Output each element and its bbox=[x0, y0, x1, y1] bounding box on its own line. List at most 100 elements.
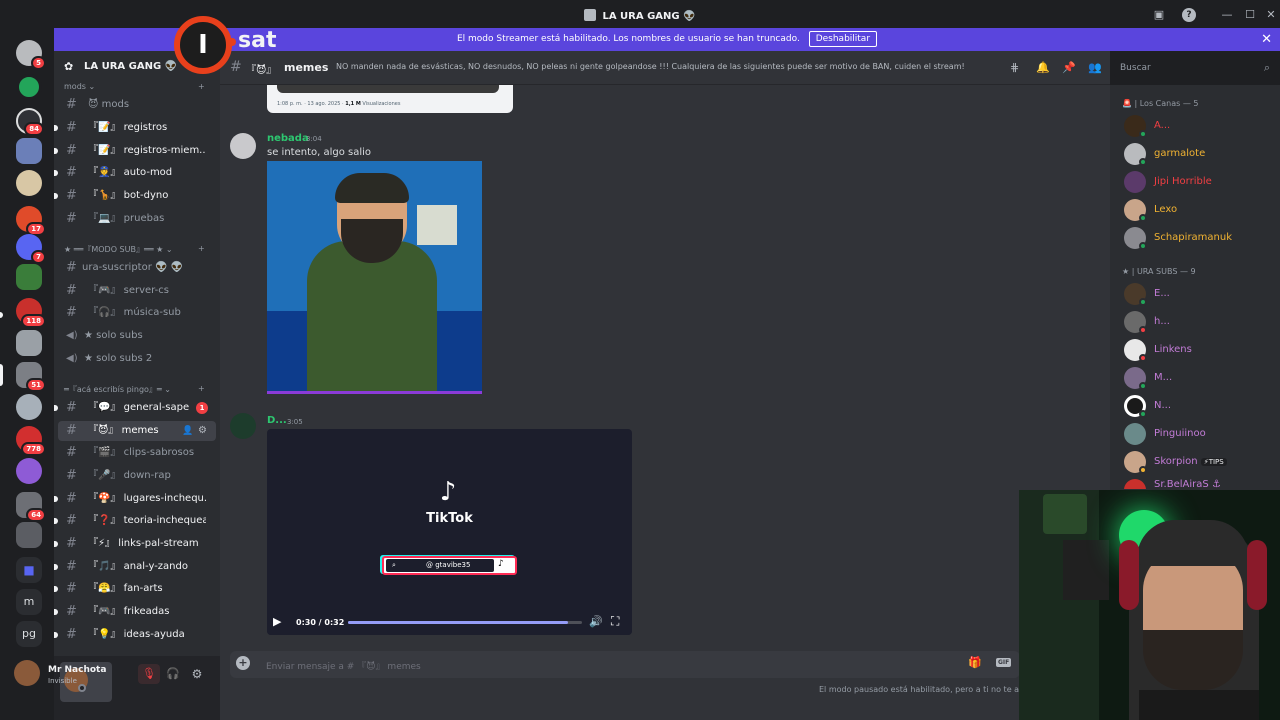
server-icon[interactable]: 5 bbox=[16, 40, 46, 70]
channel-auto-mod[interactable]: # 『👮』 auto-mod bbox=[54, 163, 216, 183]
server-icon[interactable] bbox=[16, 330, 42, 356]
settings-gear-icon[interactable]: ⚙ bbox=[188, 664, 206, 684]
message-author[interactable]: nebada bbox=[267, 133, 309, 144]
gear-icon[interactable]: ⚙ bbox=[198, 421, 207, 441]
maximize-icon[interactable]: ☐ bbox=[1243, 8, 1257, 22]
server-icon[interactable]: 778 bbox=[16, 426, 46, 456]
member-item[interactable]: E... bbox=[1124, 283, 1274, 307]
avatar[interactable] bbox=[14, 660, 40, 686]
member-tag: ⚡TIPS bbox=[1200, 458, 1227, 466]
category-modo-sub[interactable]: ★ ══『MODO SUB』══ ★ ⌄ + bbox=[64, 244, 205, 255]
channel-down-rap[interactable]: # 『🎤』 down-rap bbox=[58, 466, 216, 486]
channel-ura-suscriptor[interactable]: # ura-suscriptor 👽 👽 bbox=[58, 258, 216, 278]
meme-image[interactable] bbox=[267, 161, 482, 394]
banner-close-icon[interactable]: ✕ bbox=[1261, 28, 1272, 51]
hash-icon: # bbox=[66, 468, 77, 483]
pin-icon[interactable]: 📌 bbox=[1062, 61, 1076, 74]
add-channel-icon[interactable]: + bbox=[198, 82, 205, 91]
status-indicator bbox=[1139, 410, 1147, 418]
avatar[interactable] bbox=[230, 413, 256, 439]
channel-bot-dyno[interactable]: # 『🦒』 bot-dyno bbox=[54, 186, 216, 206]
category-mods[interactable]: mods ⌄ + bbox=[64, 82, 205, 91]
message-author[interactable]: D... bbox=[267, 415, 287, 426]
channel-registros-miembros[interactable]: # 『📝』 registros-miem... bbox=[54, 141, 216, 161]
mute-icon[interactable]: 🎙 bbox=[138, 664, 160, 684]
play-icon[interactable]: ▶ bbox=[273, 615, 281, 628]
message-input[interactable]: Enviar mensaje a # 『😈』 memes bbox=[266, 659, 421, 672]
member-item[interactable]: Linkens bbox=[1124, 339, 1274, 363]
channel-musica-sub[interactable]: # 『🎧』 música-sub bbox=[58, 303, 216, 323]
tweet-embed[interactable]: 1:08 p. m. · 13 ago. 2025 · 1,1 M Visual… bbox=[267, 85, 513, 113]
folder-icon[interactable]: ■ bbox=[16, 557, 42, 583]
member-item[interactable]: Sr.BelAiraS ⚓ bbox=[1124, 479, 1274, 489]
channel-teoria-inchequeable[interactable]: #『❓』 teoria-inchequea... bbox=[54, 511, 216, 531]
gift-icon[interactable]: 🎁 bbox=[968, 656, 982, 669]
voice-channel-solo-subs-2[interactable]: ◀) ★ solo subs 2 bbox=[58, 349, 216, 369]
server-icon[interactable] bbox=[16, 522, 42, 548]
avatar[interactable] bbox=[230, 133, 256, 159]
server-icon[interactable] bbox=[16, 138, 42, 164]
channel-server-cs[interactable]: # 『🎮』 server-cs bbox=[58, 281, 216, 301]
channel-ideas-ayuda[interactable]: # 『💡』 ideas-ayuda bbox=[54, 625, 216, 645]
minimize-icon[interactable]: — bbox=[1220, 8, 1234, 22]
member-item[interactable]: N... bbox=[1124, 395, 1274, 419]
channel-general-sape[interactable]: # 『💬』 general-sape 1 bbox=[54, 398, 216, 418]
headset-icon[interactable]: 🎧 bbox=[164, 664, 182, 684]
channel-links-pal-stream[interactable]: # 『⚡』 links-pal-stream bbox=[54, 534, 216, 554]
member-item[interactable]: Jipi Horrible bbox=[1124, 171, 1274, 195]
member-item[interactable]: h... bbox=[1124, 311, 1274, 335]
channel-clips-sabrosos[interactable]: # 『🎬』 clips-sabrosos bbox=[58, 443, 216, 463]
server-folder[interactable]: pg bbox=[16, 621, 42, 647]
member-item[interactable]: garmalote bbox=[1124, 143, 1274, 167]
server-icon[interactable]: 64 bbox=[16, 492, 46, 522]
volume-icon[interactable]: 🔊 bbox=[589, 615, 603, 628]
voice-channel-solo-subs[interactable]: ◀) ★ solo subs bbox=[58, 326, 216, 346]
member-item[interactable]: Lexo bbox=[1124, 199, 1274, 223]
channel-lugares-inchequeables[interactable]: # 『🍄』 lugares-inchequ... bbox=[54, 489, 216, 509]
server-icon[interactable]: 17 bbox=[16, 206, 46, 236]
bell-icon[interactable]: 🔔 bbox=[1036, 61, 1050, 74]
gif-icon[interactable]: GIF bbox=[996, 658, 1012, 667]
video-player[interactable]: ♪ TikTok ⌕ @ gtavibe35 ♪ ▶ 0:30 / 0:32 🔊… bbox=[267, 429, 632, 635]
add-channel-icon[interactable]: + bbox=[198, 244, 205, 253]
channel-memes[interactable]: # 『😈』 memes 👤 ⚙ bbox=[58, 421, 216, 441]
channel-mods[interactable]: # 😈 mods bbox=[58, 95, 216, 115]
channel-pruebas[interactable]: # 『💻』 pruebas bbox=[58, 209, 216, 229]
add-channel-icon[interactable]: + bbox=[198, 384, 205, 393]
member-item[interactable]: M... bbox=[1124, 367, 1274, 391]
server-icon[interactable]: 7 bbox=[16, 234, 46, 264]
member-item[interactable]: A... bbox=[1124, 115, 1274, 139]
watermark-logo: I sat bbox=[172, 14, 302, 76]
server-icon[interactable] bbox=[16, 458, 42, 484]
channel-registros[interactable]: # 『📝』 registros bbox=[54, 118, 216, 138]
server-icon[interactable] bbox=[16, 170, 42, 196]
inbox-icon[interactable]: ▣ bbox=[1152, 8, 1166, 22]
server-icon[interactable]: 118 bbox=[16, 298, 46, 328]
attach-plus-icon[interactable]: + bbox=[236, 656, 250, 670]
category-aca-escribis[interactable]: ═『acá escribís pingo』═ ⌄ + bbox=[64, 384, 205, 395]
channel-topic[interactable]: NO manden nada de esvásticas, NO desnudo… bbox=[336, 62, 966, 71]
threads-icon[interactable]: ⋕ bbox=[1010, 61, 1019, 74]
webcam-overlay bbox=[1019, 490, 1280, 720]
message-composer[interactable]: + Enviar mensaje a # 『😈』 memes 🎁 GIF bbox=[230, 651, 1020, 678]
member-item[interactable]: Pinguiinoo bbox=[1124, 423, 1274, 447]
member-item[interactable]: Skorpion ⚡TIPS bbox=[1124, 451, 1274, 475]
fullscreen-icon[interactable]: ⛶ bbox=[611, 614, 619, 629]
search-input[interactable]: Buscar ⌕ bbox=[1114, 59, 1276, 77]
server-icon[interactable]: 51 bbox=[16, 362, 46, 392]
channel-fan-arts[interactable]: # 『😤』 fan-arts bbox=[54, 579, 216, 599]
server-icon[interactable] bbox=[16, 264, 42, 290]
close-icon[interactable]: ✕ bbox=[1264, 8, 1278, 22]
invite-icon[interactable]: 👤 bbox=[182, 421, 193, 441]
help-icon[interactable]: ? bbox=[1182, 8, 1196, 22]
channel-frikeadas[interactable]: # 『🎮』 frikeadas bbox=[54, 602, 216, 622]
channel-anal-y-zando[interactable]: # 『🎵』 anal-y-zando bbox=[54, 557, 216, 577]
server-icon[interactable] bbox=[16, 74, 42, 100]
video-seek-bar[interactable] bbox=[348, 621, 582, 624]
members-icon[interactable]: 👥 bbox=[1088, 61, 1102, 74]
member-item[interactable]: Schapiramanuk bbox=[1124, 227, 1274, 251]
server-icon[interactable] bbox=[16, 394, 42, 420]
disable-streamer-button[interactable]: Deshabilitar bbox=[808, 31, 878, 47]
server-folder[interactable]: m bbox=[16, 589, 42, 615]
server-icon[interactable]: 84 bbox=[16, 108, 44, 136]
